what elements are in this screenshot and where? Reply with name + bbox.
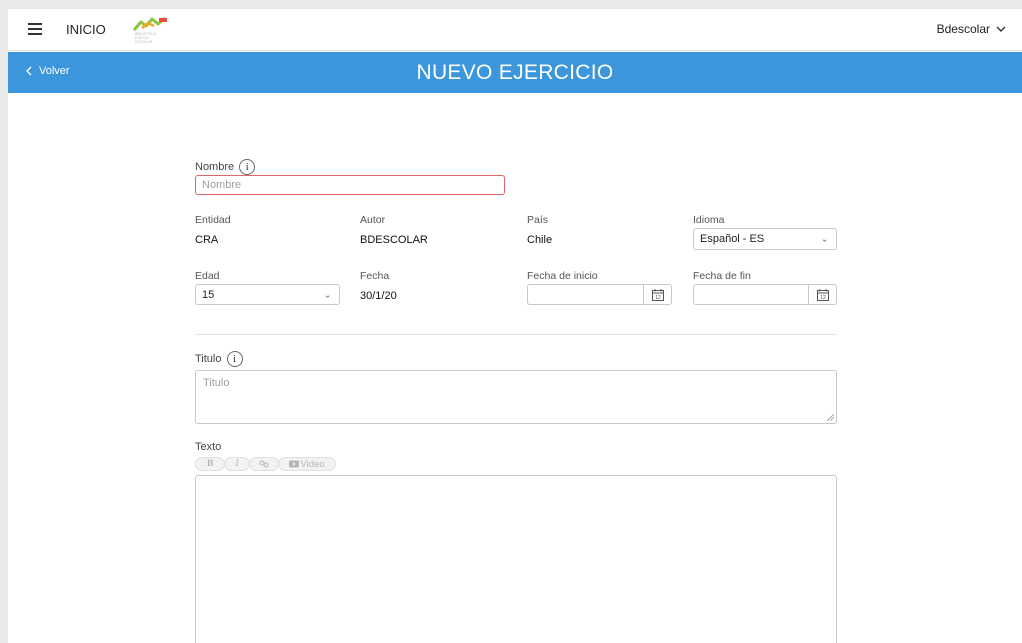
text-editor-toolbar: B I Video [195, 457, 336, 471]
titulo-textarea[interactable]: Titulo [195, 370, 837, 424]
hamburger-menu-icon[interactable] [28, 23, 42, 35]
select-arrow-icon: ⌄ [821, 234, 828, 244]
entidad-value: CRA [195, 234, 219, 246]
pais-label: País [527, 214, 549, 226]
resize-grip-icon[interactable] [827, 414, 834, 421]
info-icon[interactable]: i [239, 159, 256, 175]
texto-editor[interactable] [195, 475, 837, 643]
calendar-icon: 12 [816, 288, 829, 301]
select-arrow-icon: ⌄ [324, 290, 331, 299]
fecha-value: 30/1/20 [360, 290, 397, 302]
fecha-inicio-input[interactable]: 12 [527, 284, 672, 305]
pais-value: Chile [527, 234, 553, 246]
titulo-label-row: Titulo i [195, 351, 243, 367]
video-label: Video [300, 458, 325, 470]
title-bar: Volver NUEVO EJERCICIO [8, 52, 1022, 93]
biblioteca-digital-logo: BIBLIOTECA DIGITAL ESCOLAR [132, 16, 167, 44]
italic-button[interactable]: I [224, 457, 250, 471]
bold-button[interactable]: B [195, 457, 226, 471]
calendar-button[interactable]: 12 [643, 285, 671, 304]
fecha-inicio-label: Fecha de inicio [527, 270, 598, 282]
link-icon [259, 460, 269, 468]
nombre-placeholder: Nombre [202, 179, 242, 191]
titulo-placeholder: Titulo [203, 377, 230, 389]
video-button[interactable]: Video [277, 457, 336, 471]
nombre-label-row: Nombre i [195, 159, 256, 175]
app-window: INICIO BIBLIOTECA DIGITAL ESCOLAR Bdesco… [8, 9, 1022, 643]
titulo-label: Titulo [195, 352, 222, 365]
idioma-select[interactable]: Español - ES ⌄ [693, 228, 837, 250]
home-link[interactable]: INICIO [66, 22, 106, 37]
video-icon [288, 460, 299, 468]
calendar-button[interactable]: 12 [808, 285, 836, 304]
chevron-down-icon [996, 26, 1006, 32]
autor-value: BDESCOLAR [360, 234, 428, 246]
user-menu[interactable]: Bdescolar [937, 22, 1006, 36]
autor-label: Autor [360, 214, 386, 226]
user-name: Bdescolar [936, 22, 990, 36]
entidad-label: Entidad [195, 214, 231, 226]
calendar-day: 12 [655, 295, 661, 301]
idioma-value: Español - ES [700, 233, 765, 245]
top-bar: INICIO BIBLIOTECA DIGITAL ESCOLAR Bdesco… [8, 9, 1022, 51]
texto-label: Texto [195, 441, 222, 453]
edad-label: Edad [195, 270, 220, 282]
edad-select[interactable]: 15 ⌄ [195, 284, 340, 305]
idioma-label: Idioma [693, 214, 725, 226]
info-icon[interactable]: i [226, 351, 243, 367]
calendar-icon: 12 [651, 288, 664, 301]
nombre-input[interactable]: Nombre [195, 175, 505, 195]
fecha-fin-input[interactable]: 12 [693, 284, 837, 305]
edad-value: 15 [202, 288, 215, 301]
svg-text:ESCOLAR: ESCOLAR [135, 40, 153, 44]
link-button[interactable] [248, 457, 279, 471]
fecha-label: Fecha [360, 270, 390, 282]
fecha-fin-label: Fecha de fin [693, 270, 751, 282]
calendar-day: 12 [820, 295, 826, 301]
section-divider [195, 334, 837, 335]
page-title: NUEVO EJERCICIO [416, 61, 614, 84]
nombre-label: Nombre [195, 160, 235, 173]
